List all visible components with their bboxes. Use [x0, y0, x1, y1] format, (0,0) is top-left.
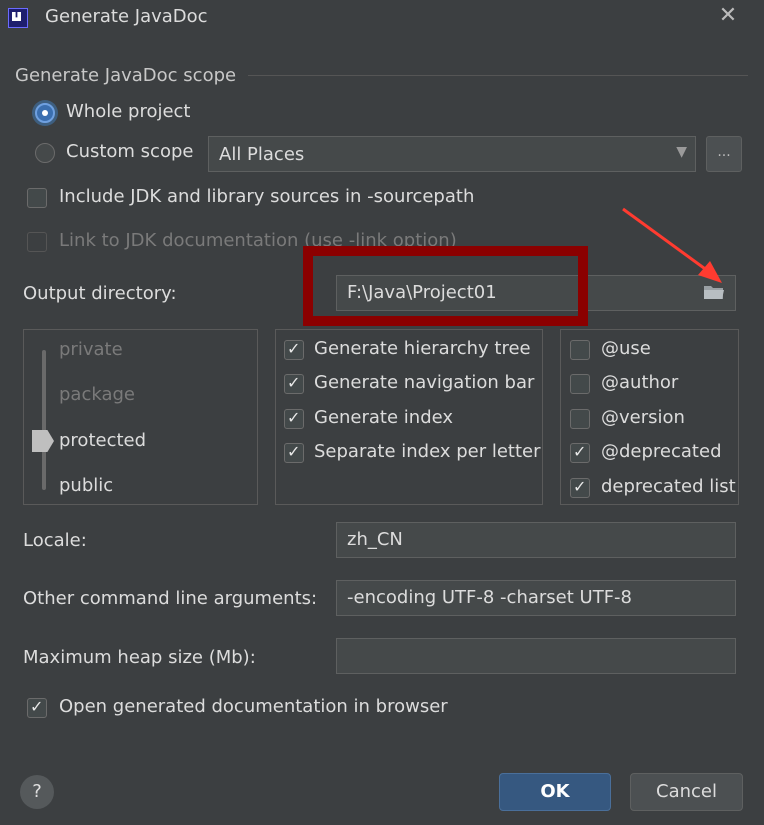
window-title: Generate JavaDoc [45, 6, 208, 27]
deprecated-list-checkbox[interactable] [570, 477, 590, 498]
use-tag-checkbox[interactable] [570, 340, 590, 360]
author-tag-label[interactable]: @author [601, 372, 678, 393]
navigation-bar-checkbox[interactable] [284, 373, 304, 394]
title-bar: Generate JavaDoc ✕ [0, 0, 764, 38]
hierarchy-tree-label[interactable]: Generate hierarchy tree [314, 338, 531, 359]
include-jdk-checkbox[interactable] [27, 188, 47, 208]
output-directory-label: Output directory: [23, 283, 177, 304]
visibility-package[interactable]: package [59, 384, 135, 405]
other-args-input[interactable]: -encoding UTF-8 -charset UTF-8 [336, 580, 736, 616]
other-args-value: -encoding UTF-8 -charset UTF-8 [347, 587, 632, 608]
separate-index-checkbox[interactable] [284, 442, 304, 463]
custom-scope-radio[interactable] [35, 143, 55, 163]
separate-index-label[interactable]: Separate index per letter [314, 441, 541, 462]
open-browser-label[interactable]: Open generated documentation in browser [59, 696, 448, 717]
visibility-panel: private package protected public [23, 329, 258, 505]
close-icon[interactable]: ✕ [716, 4, 740, 28]
visibility-slider-track[interactable] [42, 350, 46, 490]
intellij-icon [8, 8, 28, 28]
visibility-private[interactable]: private [59, 339, 123, 360]
custom-scope-label[interactable]: Custom scope [66, 141, 193, 162]
annotation-highlight-box [303, 246, 588, 326]
include-jdk-label[interactable]: Include JDK and library sources in -sour… [59, 186, 474, 207]
version-tag-checkbox[interactable] [570, 409, 590, 429]
whole-project-label[interactable]: Whole project [66, 101, 191, 122]
generate-index-checkbox[interactable] [284, 408, 304, 429]
author-tag-checkbox[interactable] [570, 374, 590, 394]
scope-section-label: Generate JavaDoc scope [15, 65, 237, 86]
generate-options-panel: Generate hierarchy tree Generate navigat… [275, 329, 543, 505]
deprecated-list-label[interactable]: deprecated list [601, 476, 736, 497]
more-button[interactable]: ... [706, 136, 742, 172]
visibility-public[interactable]: public [59, 475, 113, 496]
cancel-button[interactable]: Cancel [630, 773, 743, 811]
locale-input[interactable]: zh_CN [336, 522, 736, 558]
locale-label: Locale: [23, 530, 87, 551]
whole-project-radio[interactable] [35, 103, 55, 123]
locale-value: zh_CN [347, 529, 403, 550]
visibility-protected[interactable]: protected [59, 430, 146, 451]
annotation-arrow-icon [622, 207, 722, 283]
navigation-bar-label[interactable]: Generate navigation bar [314, 372, 534, 393]
open-browser-checkbox[interactable] [27, 697, 47, 718]
hierarchy-tree-checkbox[interactable] [284, 339, 304, 360]
custom-scope-value: All Places [219, 144, 305, 165]
heap-size-input[interactable] [336, 638, 736, 674]
custom-scope-dropdown[interactable]: All Places ▼ [208, 136, 696, 172]
generate-index-label[interactable]: Generate index [314, 407, 453, 428]
version-tag-label[interactable]: @version [601, 407, 685, 428]
section-divider [248, 75, 748, 76]
other-args-label: Other command line arguments: [23, 588, 318, 609]
ok-button[interactable]: OK [499, 773, 611, 811]
deprecated-tag-checkbox[interactable] [570, 442, 590, 463]
help-button[interactable]: ? [20, 775, 54, 809]
use-tag-label[interactable]: @use [601, 338, 651, 359]
deprecated-tag-label[interactable]: @deprecated [601, 441, 722, 462]
tags-panel: @use @author @version @deprecated deprec… [560, 329, 739, 505]
chevron-down-icon: ▼ [676, 144, 687, 160]
link-jdk-checkbox [27, 232, 47, 252]
heap-size-label: Maximum heap size (Mb): [23, 647, 256, 668]
visibility-slider-thumb[interactable] [32, 430, 54, 452]
